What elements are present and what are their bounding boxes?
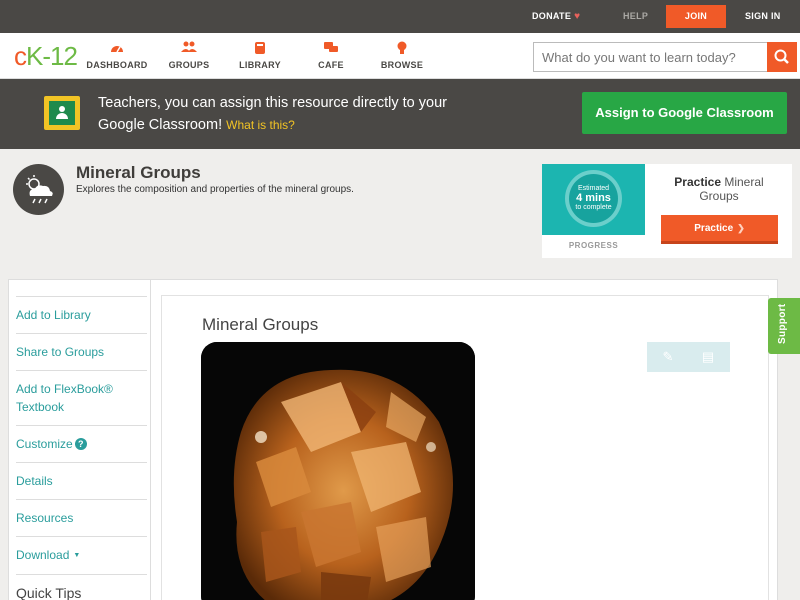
progress-label: PROGRESS [568,241,619,250]
caret-down-icon: ▼ [73,552,81,559]
sidebar-item-share-groups[interactable]: Share to Groups [16,333,147,370]
search-button[interactable] [767,42,797,72]
search-icon [774,49,789,64]
what-is-this-link[interactable]: What is this? [226,118,295,132]
support-tab[interactable]: Support [768,298,800,354]
classroom-banner-text: Teachers, you can assign this resource d… [98,92,458,136]
main-nav: cK-12 DASHBOARD GROUPS LIBRARY CAFE BROW… [0,33,800,79]
sidebar-item-customize[interactable]: Customize? [16,425,147,462]
nav-library[interactable]: LIBRARY [220,41,300,70]
left-sidebar: Add to Library Share to Groups Add to Fl… [8,279,151,600]
nav-cafe-label: CAFE [318,60,344,70]
assign-google-classroom-button[interactable]: Assign to Google Classroom [582,92,787,134]
nav-browse[interactable]: BROWSE [362,41,442,70]
customize-label: Customize [16,437,73,451]
donate-label: DONATE [532,11,572,21]
practice-card: Estimated 4 mins to complete PROGRESS Pr… [542,164,792,258]
practice-title: Practice Mineral Groups [654,175,784,203]
nav-cafe[interactable]: CAFE [291,41,371,70]
logo-c: c [14,41,27,71]
pencil-icon[interactable]: ✎ [660,349,676,365]
logo-number: 12 [50,41,78,71]
browse-icon [362,41,442,57]
sidebar-menu: Add to Library Share to Groups Add to Fl… [16,296,147,600]
search-input[interactable] [534,43,768,71]
ck12-logo[interactable]: cK-12 [14,41,78,71]
top-utility-bar: DONATE ♥ HELP JOIN SIGN IN [0,0,800,33]
classroom-banner: Teachers, you can assign this resource d… [0,79,800,149]
cafe-icon [291,41,371,57]
dashboard-icon [77,41,157,57]
sidebar-item-add-library[interactable]: Add to Library [16,296,147,333]
groups-icon [149,41,229,57]
practice-button-label: Practice [694,223,734,234]
nav-dashboard[interactable]: DASHBOARD [77,41,157,70]
estimate-suffix: to complete [575,204,612,211]
download-label: Download [16,548,70,562]
practice-title-bold: Practice [674,175,721,189]
weather-cloud-icon [13,164,64,215]
practice-button[interactable]: Practice ❯ [661,215,778,244]
google-classroom-icon [44,96,80,130]
resource-description: Explores the composition and properties … [76,184,354,195]
annotation-toolbox: ✎ ▤ [647,342,730,372]
mineral-image [201,342,475,600]
support-label: Support [777,303,788,344]
resource-title: Mineral Groups [76,163,201,182]
sidebar-item-resources[interactable]: Resources [16,499,147,536]
sidebar-item-quick-tips[interactable]: Quick Tips [16,574,147,600]
nav-browse-label: BROWSE [380,60,424,70]
help-link[interactable]: HELP [623,0,648,33]
library-icon [220,41,300,57]
nav-dashboard-label: DASHBOARD [86,60,148,70]
search-box [533,42,797,72]
heart-icon: ♥ [574,11,581,22]
sidebar-item-download[interactable]: Download ▼ [16,536,147,574]
nav-groups[interactable]: GROUPS [149,41,229,70]
estimate-circle: Estimated 4 mins to complete [569,174,618,223]
help-icon[interactable]: ? [74,438,87,450]
sign-in-link[interactable]: SIGN IN [745,0,781,33]
chevron-right-icon: ❯ [737,223,745,233]
practice-progress-image[interactable]: Estimated 4 mins to complete [542,164,645,235]
nav-library-label: LIBRARY [239,60,281,70]
notes-icon[interactable]: ▤ [700,349,716,365]
donate-link[interactable]: DONATE ♥ [532,0,580,33]
logo-dash: - [42,41,51,71]
content-title: Mineral Groups [202,315,319,334]
sidebar-item-add-flexbook[interactable]: Add to FlexBook® Textbook [16,370,147,425]
join-button[interactable]: JOIN [666,5,726,28]
sidebar-item-details[interactable]: Details [16,462,147,499]
nav-groups-label: GROUPS [168,60,210,70]
logo-k: K [26,41,43,71]
estimate-minutes: 4 mins [576,192,611,204]
